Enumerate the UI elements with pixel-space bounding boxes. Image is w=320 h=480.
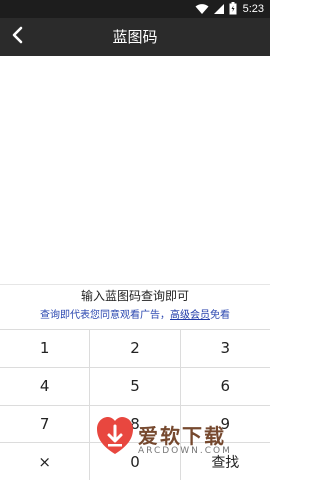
key-1[interactable]: 1	[0, 330, 91, 367]
battery-icon	[229, 0, 237, 19]
key-6[interactable]: 6	[181, 368, 270, 405]
keypad-row: 4 5 6	[0, 367, 270, 406]
keypad-row: 1 2 3	[0, 330, 270, 368]
key-9[interactable]: 9	[181, 406, 270, 443]
ad-notice-prefix: 查询即代表您同意观看广告，	[40, 310, 170, 321]
key-4[interactable]: 4	[0, 367, 91, 405]
page-title: 蓝图码	[112, 28, 158, 46]
status-icons: 5:23	[195, 0, 264, 19]
status-bar: 5:23	[0, 0, 270, 18]
search-button[interactable]: 查找	[181, 443, 270, 480]
key-3[interactable]: 3	[181, 330, 270, 367]
key-0[interactable]: 0	[90, 443, 181, 480]
key-5[interactable]: 5	[90, 367, 181, 405]
app-bar: 蓝图码	[0, 18, 270, 56]
key-2[interactable]: 2	[90, 330, 181, 367]
keypad-row: × 0 查找	[0, 443, 270, 480]
ad-notice-suffix: 免看	[210, 310, 230, 321]
signal-icon	[213, 0, 225, 19]
wifi-icon	[195, 0, 209, 19]
delete-key[interactable]: ×	[0, 443, 91, 480]
keypad-row: 7 8 9	[0, 405, 270, 444]
result-area	[0, 56, 270, 284]
keypad: 1 2 3 4 5 6 7 8 9 × 0 查找	[0, 329, 270, 480]
key-8[interactable]: 8	[90, 405, 181, 443]
vip-link[interactable]: 高级会员	[170, 310, 210, 321]
ad-notice: 查询即代表您同意观看广告，高级会员免看	[0, 306, 270, 326]
input-hint: 输入蓝图码查询即可	[0, 284, 270, 306]
key-7[interactable]: 7	[0, 405, 91, 443]
status-time: 5:23	[242, 3, 264, 15]
